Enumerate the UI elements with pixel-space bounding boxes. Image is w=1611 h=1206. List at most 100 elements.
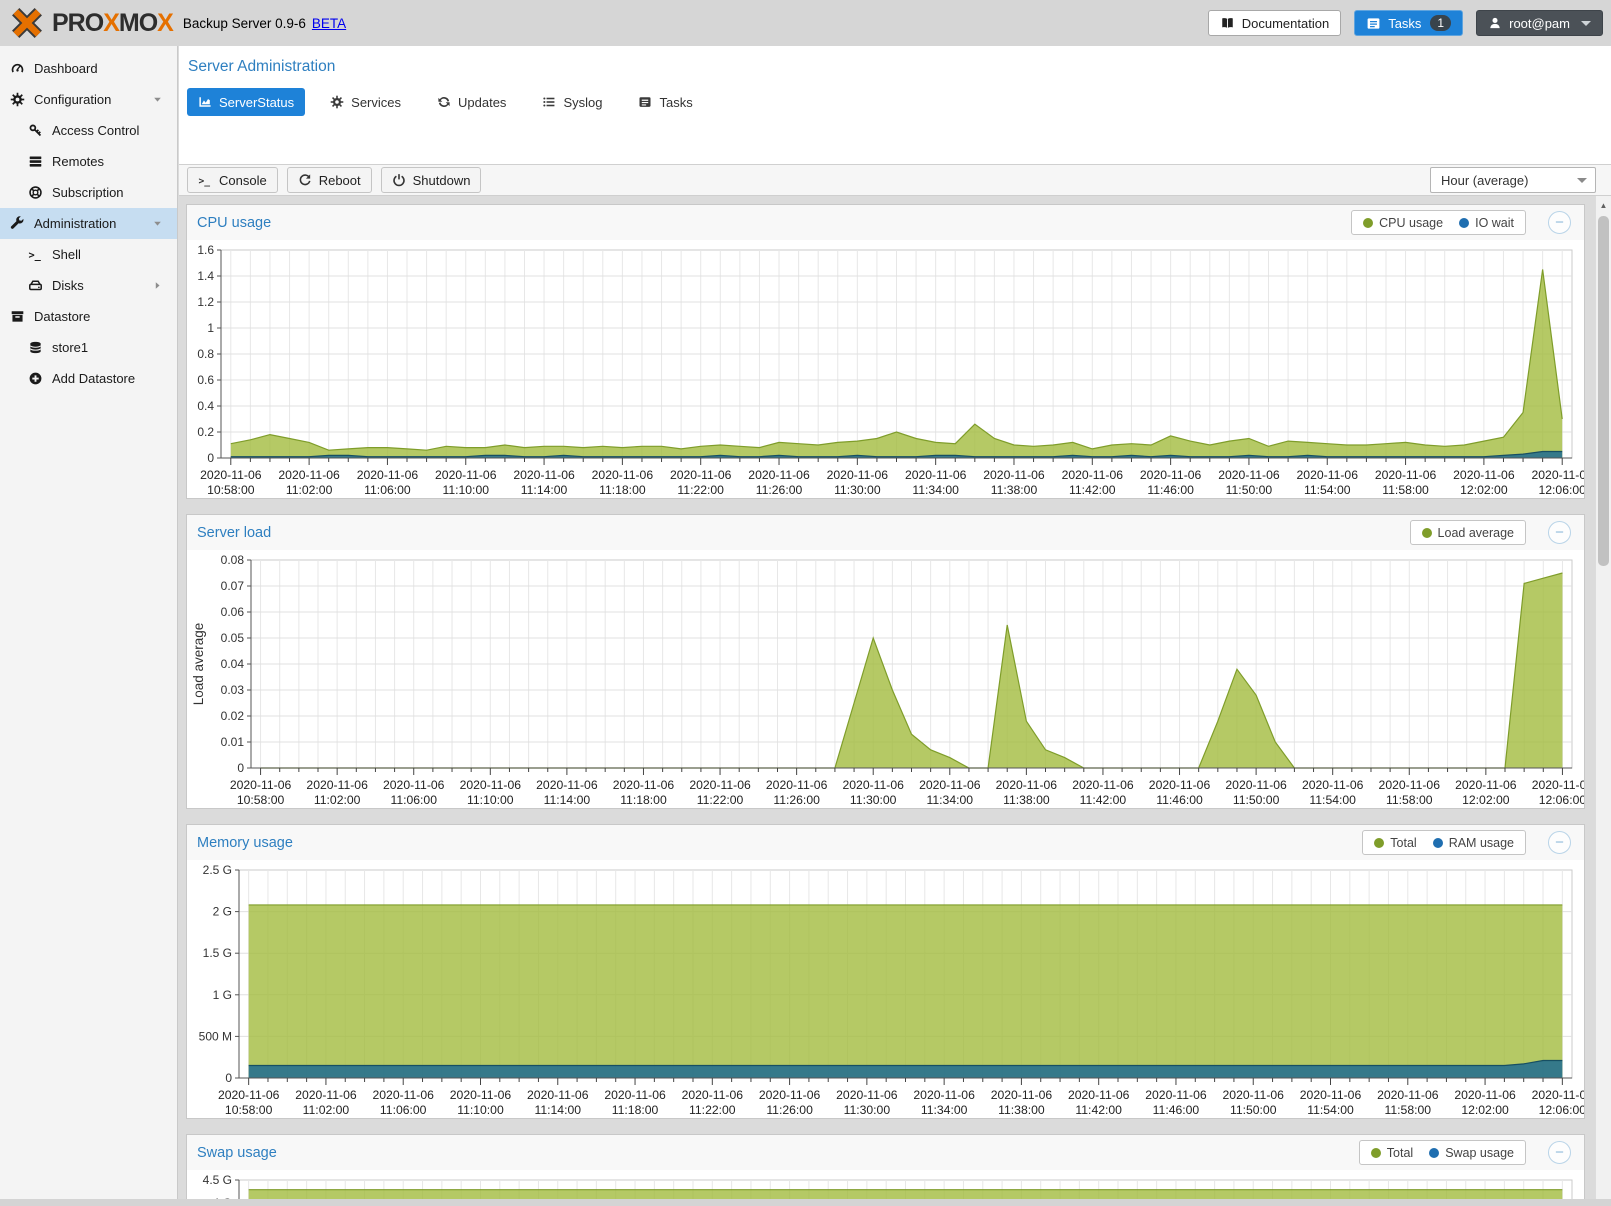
tasks-button[interactable]: Tasks 1	[1354, 10, 1463, 36]
chart-canvas[interactable]: 00.010.020.030.040.050.060.070.082020-11…	[187, 550, 1584, 808]
sidebar-item-access-control[interactable]: Access Control	[0, 115, 177, 146]
svg-text:11:02:00: 11:02:00	[303, 1103, 350, 1117]
svg-text:12:02:00: 12:02:00	[1462, 793, 1510, 807]
key-icon	[28, 123, 43, 138]
legend-item[interactable]: CPU usage	[1363, 216, 1443, 230]
svg-text:0.01: 0.01	[221, 735, 245, 749]
legend-item[interactable]: Load average	[1422, 526, 1514, 540]
svg-text:0.8: 0.8	[197, 347, 214, 361]
documentation-button[interactable]: Documentation	[1208, 10, 1341, 36]
sidebar-item-administration[interactable]: Administration	[0, 208, 177, 239]
beta-link[interactable]: BETA	[312, 16, 346, 31]
tab-syslog[interactable]: Syslog	[531, 88, 613, 116]
shutdown-button[interactable]: Shutdown	[381, 167, 482, 193]
gear-icon	[330, 95, 344, 109]
svg-text:11:14:00: 11:14:00	[521, 483, 568, 497]
svg-text:2020-11-06: 2020-11-06	[450, 1088, 512, 1102]
terminal-icon: >_	[198, 173, 212, 187]
svg-text:2020-11-06: 2020-11-06	[1453, 468, 1515, 482]
sidebar-item-configuration[interactable]: Configuration	[0, 84, 177, 115]
tab-serverstatus[interactable]: ServerStatus	[187, 88, 305, 116]
collapse-panel-button[interactable]: −	[1548, 211, 1571, 234]
refresh-icon	[437, 95, 451, 109]
tab-tasks[interactable]: Tasks	[627, 88, 703, 116]
legend-item[interactable]: Total	[1374, 836, 1416, 850]
scrollbar-up-arrow[interactable]: ▲	[1596, 198, 1611, 214]
user-icon	[1488, 16, 1502, 30]
chevron-down-icon[interactable]	[152, 218, 163, 229]
timeframe-select[interactable]: Hour (average)	[1430, 167, 1596, 193]
svg-text:10:58:00: 10:58:00	[237, 793, 285, 807]
reboot-button[interactable]: Reboot	[287, 167, 372, 193]
collapse-panel-button[interactable]: −	[1548, 521, 1571, 544]
svg-text:2 G: 2 G	[213, 905, 232, 919]
svg-text:12:06:00: 12:06:00	[1538, 483, 1584, 497]
sidebar-item-label: Access Control	[52, 123, 139, 138]
legend-dot-icon	[1422, 528, 1432, 538]
svg-text:11:54:00: 11:54:00	[1309, 793, 1356, 807]
svg-text:2020-11-06: 2020-11-06	[230, 778, 292, 792]
legend-item[interactable]: IO wait	[1459, 216, 1514, 230]
svg-text:2020-11-06: 2020-11-06	[295, 1088, 357, 1102]
sidebar-item-add-datastore[interactable]: Add Datastore	[0, 363, 177, 394]
reboot-icon	[298, 173, 312, 187]
legend-dot-icon	[1433, 838, 1443, 848]
terminal-icon: >_	[28, 247, 43, 262]
svg-text:Load average: Load average	[191, 623, 206, 706]
svg-text:2020-11-06: 2020-11-06	[460, 778, 522, 792]
svg-text:2020-11-06: 2020-11-06	[1531, 468, 1584, 482]
svg-text:2020-11-06: 2020-11-06	[592, 468, 654, 482]
sidebar-item-label: Remotes	[52, 154, 104, 169]
chart-canvas[interactable]: 0500 M1 G1.5 G2 G2.5 G2020-11-0610:58:00…	[187, 860, 1584, 1118]
sidebar-item-subscription[interactable]: Subscription	[0, 177, 177, 208]
chevron-down-icon[interactable]	[152, 94, 163, 105]
legend-item[interactable]: Swap usage	[1429, 1146, 1514, 1160]
sidebar-item-datastore[interactable]: Datastore	[0, 301, 177, 332]
chart-canvas[interactable]: 00.20.40.60.811.21.41.62020-11-0610:58:0…	[187, 240, 1584, 498]
svg-text:11:14:00: 11:14:00	[534, 1103, 581, 1117]
svg-text:10:58:00: 10:58:00	[207, 483, 255, 497]
proxmox-logo: PROXMOX	[0, 7, 173, 39]
svg-text:2020-11-06: 2020-11-06	[919, 778, 981, 792]
svg-text:2020-11-06: 2020-11-06	[1377, 1088, 1439, 1102]
sidebar-item-dashboard[interactable]: Dashboard	[0, 53, 177, 84]
svg-text:11:06:00: 11:06:00	[380, 1103, 427, 1117]
memory-usage-chart[interactable]: 0500 M1 G1.5 G2 G2.5 G2020-11-0610:58:00…	[187, 860, 1584, 1118]
product-name: Backup Server 0.9-6	[183, 16, 306, 31]
cpu-usage-chart[interactable]: 00.20.40.60.811.21.41.62020-11-0610:58:0…	[187, 240, 1584, 498]
chart-legend: Total Swap usage	[1359, 1140, 1526, 1165]
collapse-panel-button[interactable]: −	[1548, 831, 1571, 854]
svg-text:2020-11-06: 2020-11-06	[1062, 468, 1124, 482]
server-load-chart[interactable]: 00.010.020.030.040.050.060.070.082020-11…	[187, 550, 1584, 808]
svg-text:1: 1	[207, 321, 214, 335]
legend-item[interactable]: RAM usage	[1433, 836, 1514, 850]
scrollbar-thumb[interactable]	[1598, 216, 1609, 566]
console-button[interactable]: >_Console	[187, 167, 278, 193]
svg-text:11:50:00: 11:50:00	[1230, 1103, 1277, 1117]
svg-text:0.03: 0.03	[221, 683, 245, 697]
cpu-usage-panel: CPU usage CPU usageIO wait − 00.20.40.60…	[186, 204, 1585, 499]
svg-text:0: 0	[237, 761, 244, 775]
svg-text:0.04: 0.04	[221, 657, 245, 671]
collapse-panel-button[interactable]: −	[1548, 1141, 1571, 1164]
documentation-label: Documentation	[1242, 16, 1329, 31]
chevron-right-icon[interactable]	[152, 280, 163, 291]
life-ring-icon	[28, 185, 43, 200]
user-menu-button[interactable]: root@pam	[1476, 10, 1603, 36]
sidebar-item-store1[interactable]: store1	[0, 332, 177, 363]
tab-services[interactable]: Services	[319, 88, 412, 116]
svg-text:2020-11-06: 2020-11-06	[1532, 1088, 1584, 1102]
svg-text:11:30:00: 11:30:00	[844, 1103, 891, 1117]
svg-text:11:42:00: 11:42:00	[1075, 1103, 1122, 1117]
chart-legend: Total RAM usage	[1362, 830, 1526, 855]
sidebar-item-disks[interactable]: Disks	[0, 270, 177, 301]
legend-item[interactable]: Total	[1371, 1146, 1413, 1160]
svg-text:11:34:00: 11:34:00	[927, 793, 974, 807]
sidebar-item-label: Add Datastore	[52, 371, 135, 386]
tab-updates[interactable]: Updates	[426, 88, 517, 116]
vertical-scrollbar[interactable]: ▲ ▼	[1595, 196, 1611, 1206]
svg-text:12:06:00: 12:06:00	[1539, 793, 1584, 807]
svg-text:11:54:00: 11:54:00	[1307, 1103, 1354, 1117]
sidebar-item-remotes[interactable]: Remotes	[0, 146, 177, 177]
sidebar-item-shell[interactable]: >_Shell	[0, 239, 177, 270]
